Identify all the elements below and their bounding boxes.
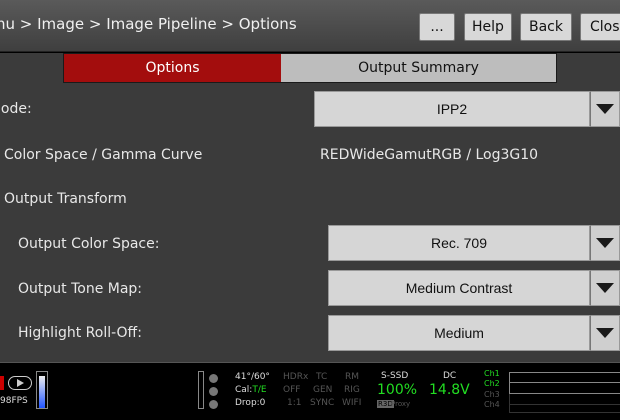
audio-meter <box>36 371 48 409</box>
help-button[interactable]: Help <box>464 13 512 41</box>
gen-label: GEN <box>313 385 333 395</box>
channel-2-label: Ch2 <box>484 379 500 388</box>
highlight-rolloff-dropdown[interactable]: Medium <box>328 315 620 351</box>
hdrx-label: HDRx <box>283 372 309 382</box>
output-tone-map-label: Output Tone Map: <box>18 281 143 297</box>
mode-label: lode: <box>0 101 32 117</box>
header-bar: nu > Image > Image Pipeline > Options ..… <box>0 0 620 52</box>
tc-label: TC <box>316 372 328 382</box>
ratio-value: 1:1 <box>287 398 302 408</box>
channel-1-label: Ch1 <box>484 369 500 378</box>
chevron-down-icon <box>596 328 614 338</box>
output-tone-map-dropdown-arrow[interactable] <box>590 270 620 306</box>
color-space-value: REDWideGamutRGB / Log3G10 <box>320 147 539 163</box>
output-transform-label: Output Transform <box>4 191 127 207</box>
hdrx-value: OFF <box>283 385 301 395</box>
temperature-readout: 41°/60° <box>235 372 270 382</box>
close-button[interactable]: Clos <box>580 13 620 41</box>
output-color-space-dropdown[interactable]: Rec. 709 <box>328 225 620 261</box>
highlight-rolloff-value[interactable]: Medium <box>328 315 590 351</box>
mode-value[interactable]: IPP2 <box>314 91 590 127</box>
more-button[interactable]: ... <box>419 13 455 41</box>
calibration-readout: Cal:T/E <box>235 385 267 395</box>
status-bar: 98FPS 41°/60° Cal:T/E Drop:0 HDRx OFF 1:… <box>0 363 620 420</box>
rm-label: RM <box>345 372 360 382</box>
output-color-space-value[interactable]: Rec. 709 <box>328 225 590 261</box>
tab-bar: Options Output Summary <box>63 53 557 83</box>
proxy-label: Proxy <box>391 400 411 408</box>
chevron-down-icon <box>596 283 614 293</box>
power-voltage: 14.8V <box>429 382 470 398</box>
rig-label: RIG <box>344 385 360 395</box>
wifi-label: WIFI <box>342 398 362 408</box>
mode-dropdown-arrow[interactable] <box>590 91 620 127</box>
status-dot <box>209 400 218 409</box>
status-dot <box>209 387 218 396</box>
highlight-rolloff-label: Highlight Roll-Off: <box>18 325 142 341</box>
channel-meter-3 <box>509 394 620 405</box>
chevron-down-icon <box>596 238 614 248</box>
channel-meter-1 <box>509 372 620 383</box>
tab-output-summary[interactable]: Output Summary <box>281 54 556 82</box>
drop-readout: Drop:0 <box>235 398 266 408</box>
fps-readout: 98FPS <box>0 396 28 406</box>
output-color-space-dropdown-arrow[interactable] <box>590 225 620 261</box>
channel-4-label: Ch4 <box>484 400 500 409</box>
options-panel: Options Output Summary lode: IPP2 Color … <box>0 53 620 363</box>
output-tone-map-dropdown[interactable]: Medium Contrast <box>328 270 620 306</box>
status-dot <box>209 374 218 383</box>
record-indicator <box>0 376 4 390</box>
channel-meter-4 <box>509 405 620 413</box>
channel-3-label: Ch3 <box>484 390 500 399</box>
output-tone-map-value[interactable]: Medium Contrast <box>328 270 590 306</box>
color-space-label: Color Space / Gamma Curve <box>4 147 203 163</box>
channel-meter-2 <box>509 383 620 394</box>
media-label: S-SSD <box>381 371 409 381</box>
power-label: DC <box>443 371 457 381</box>
chevron-down-icon <box>596 104 614 114</box>
sync-label: SYNC <box>310 398 335 408</box>
output-color-space-label: Output Color Space: <box>18 236 160 252</box>
breadcrumb: nu > Image > Image Pipeline > Options <box>0 15 297 33</box>
mode-dropdown[interactable]: IPP2 <box>314 91 620 127</box>
tab-options[interactable]: Options <box>64 54 281 82</box>
media-capacity: 100% <box>377 382 418 398</box>
play-icon <box>8 376 32 390</box>
highlight-rolloff-dropdown-arrow[interactable] <box>590 315 620 351</box>
level-meter <box>198 371 204 409</box>
back-button[interactable]: Back <box>520 13 572 41</box>
